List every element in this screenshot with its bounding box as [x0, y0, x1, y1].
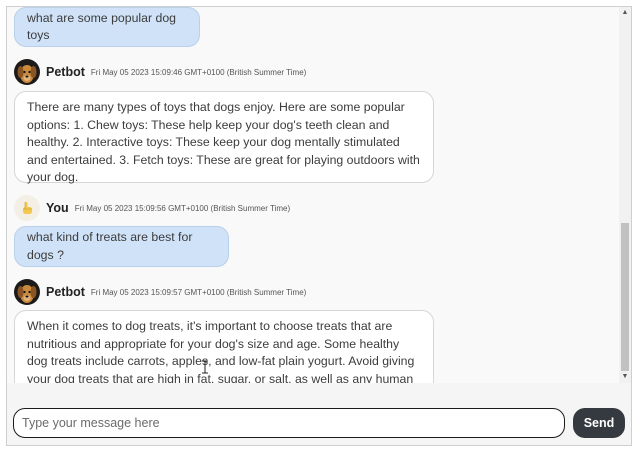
- text-cursor-icon: [202, 360, 208, 374]
- bot-message-bubble: When it comes to dog treats, it's import…: [14, 310, 434, 383]
- bot-message-bubble: There are many types of toys that dogs e…: [14, 91, 434, 184]
- bot-message-header: Petbot Fri May 05 2023 15:09:46 GMT+0100…: [14, 59, 306, 85]
- sender-name: You: [46, 201, 69, 215]
- scroll-up-arrow-icon[interactable]: ▲: [619, 7, 631, 19]
- chat-history[interactable]: what are some popular dog toys Petbot Fr…: [7, 7, 619, 383]
- scrollbar-thumb[interactable]: [621, 223, 629, 371]
- bot-message-text: There are many types of toys that dogs e…: [27, 100, 420, 184]
- user-message-text: what kind of treats are best for dogs ?: [27, 230, 193, 262]
- user-message-bubble: what are some popular dog toys: [14, 7, 200, 47]
- bot-message-header: Petbot Fri May 05 2023 15:09:57 GMT+0100…: [14, 279, 306, 305]
- chat-window: what are some popular dog toys Petbot Fr…: [6, 6, 632, 446]
- dog-avatar-icon: [14, 279, 40, 305]
- user-message-bubble: what kind of treats are best for dogs ?: [14, 226, 229, 267]
- bot-message-text: When it comes to dog treats, it's import…: [27, 319, 415, 383]
- chat-scrollbar[interactable]: ▲ ▼: [619, 7, 631, 383]
- message-timestamp: Fri May 05 2023 15:09:56 GMT+0100 (Briti…: [74, 203, 291, 213]
- message-input-bar: Send: [7, 393, 631, 445]
- message-timestamp: Fri May 05 2023 15:09:57 GMT+0100 (Briti…: [90, 287, 307, 297]
- dog-avatar-icon: [14, 59, 40, 85]
- scroll-down-arrow-icon[interactable]: ▼: [619, 371, 631, 383]
- pointing-hand-icon: [14, 195, 40, 221]
- user-message-header: You Fri May 05 2023 15:09:56 GMT+0100 (B…: [14, 195, 290, 221]
- sender-name: Petbot: [46, 285, 85, 299]
- message-timestamp: Fri May 05 2023 15:09:46 GMT+0100 (Briti…: [90, 67, 307, 77]
- sender-name: Petbot: [46, 65, 85, 79]
- send-button[interactable]: Send: [573, 408, 625, 438]
- user-message-text: what are some popular dog toys: [27, 10, 177, 43]
- message-input[interactable]: [13, 408, 565, 438]
